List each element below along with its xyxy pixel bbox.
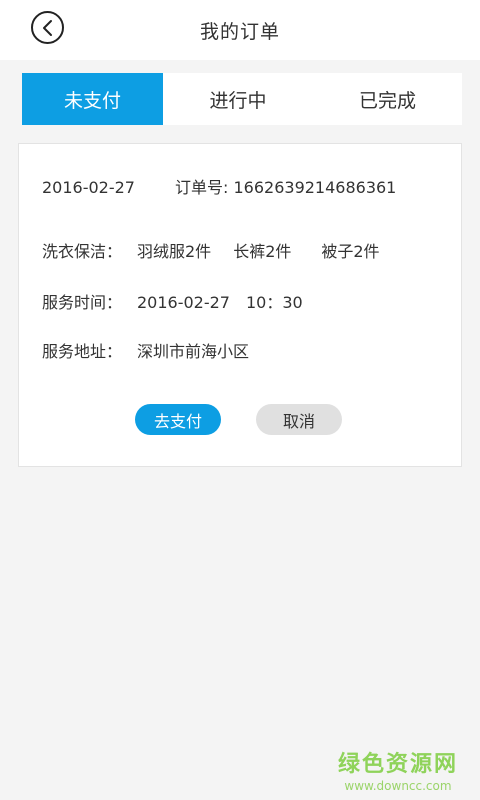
pay-button[interactable]: 去支付 xyxy=(135,404,221,435)
watermark-text: 绿色资源网 xyxy=(337,752,458,777)
header-bar: 我的订单 xyxy=(0,0,480,60)
order-number: 1662639214686361 xyxy=(233,178,397,197)
order-number-label: 订单号: xyxy=(174,178,229,197)
service-address-value: 深圳市前海小区 xyxy=(137,342,250,361)
service-address-label: 服务地址： xyxy=(42,342,123,361)
laundry-label: 洗衣保洁： xyxy=(42,242,123,261)
laundry-items-row: 洗衣保洁： 羽绒服2件 长裤2件 被子2件 xyxy=(42,238,380,262)
tab-unpaid[interactable]: 未支付 xyxy=(22,73,163,125)
cancel-button[interactable]: 取消 xyxy=(256,404,342,435)
laundry-item: 被子2件 xyxy=(321,242,380,261)
back-button[interactable] xyxy=(31,11,64,44)
laundry-item: 长裤2件 xyxy=(233,242,292,261)
order-status-tabs: 未支付 进行中 已完成 xyxy=(22,73,462,125)
tab-in-progress[interactable]: 进行中 xyxy=(163,73,313,125)
service-time-row: 服务时间： 2016-02-27 10：30 xyxy=(42,289,303,313)
chevron-left-icon xyxy=(42,19,52,36)
laundry-item: 羽绒服2件 xyxy=(137,242,212,261)
page-title: 我的订单 xyxy=(199,20,280,43)
order-card: 2016-02-27 订单号: 1662639214686361 洗衣保洁： 羽绒服… xyxy=(18,143,462,467)
tab-completed[interactable]: 已完成 xyxy=(313,73,462,125)
order-date: 2016-02-27 xyxy=(42,178,135,197)
service-time-value: 2016-02-27 10：30 xyxy=(137,293,303,312)
order-header-row: 2016-02-27 订单号: 1662639214686361 xyxy=(42,174,396,198)
watermark-url: www.downcc.com xyxy=(344,779,452,793)
service-address-row: 服务地址： 深圳市前海小区 xyxy=(42,338,249,362)
watermark: 绿色资源网 www.downcc.com xyxy=(338,746,458,793)
service-time-label: 服务时间： xyxy=(42,293,123,312)
